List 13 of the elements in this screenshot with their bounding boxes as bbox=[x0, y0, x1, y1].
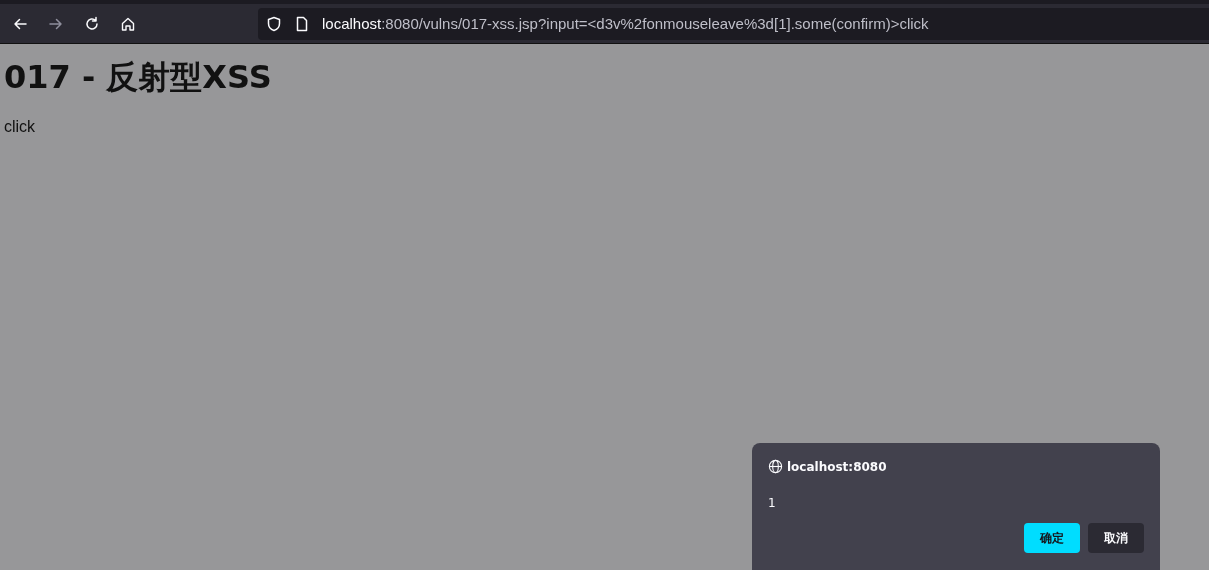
globe-icon bbox=[768, 459, 783, 474]
address-bar[interactable]: localhost:8080/vulns/017-xss.jsp?input=<d3v%2fonmouseleave%3d[1].some(confirm)>click bbox=[258, 7, 1209, 40]
url-text: localhost:8080/vulns/017-xss.jsp?input=<d3v%2fonmouseleave%3d[1].some(confirm)>click bbox=[322, 15, 929, 32]
page-text: click bbox=[4, 118, 37, 136]
page-heading: 017 - 反射型XSS bbox=[4, 57, 272, 98]
shield-icon[interactable] bbox=[266, 15, 282, 32]
reload-icon bbox=[84, 15, 100, 32]
dialog-message: 1 bbox=[768, 496, 776, 510]
home-icon bbox=[120, 15, 136, 32]
dialog-origin: localhost:8080 bbox=[787, 459, 887, 474]
page-icon[interactable] bbox=[294, 15, 310, 32]
cancel-button[interactable]: 取消 bbox=[1088, 523, 1144, 553]
confirm-button[interactable]: 确定 bbox=[1024, 523, 1080, 553]
